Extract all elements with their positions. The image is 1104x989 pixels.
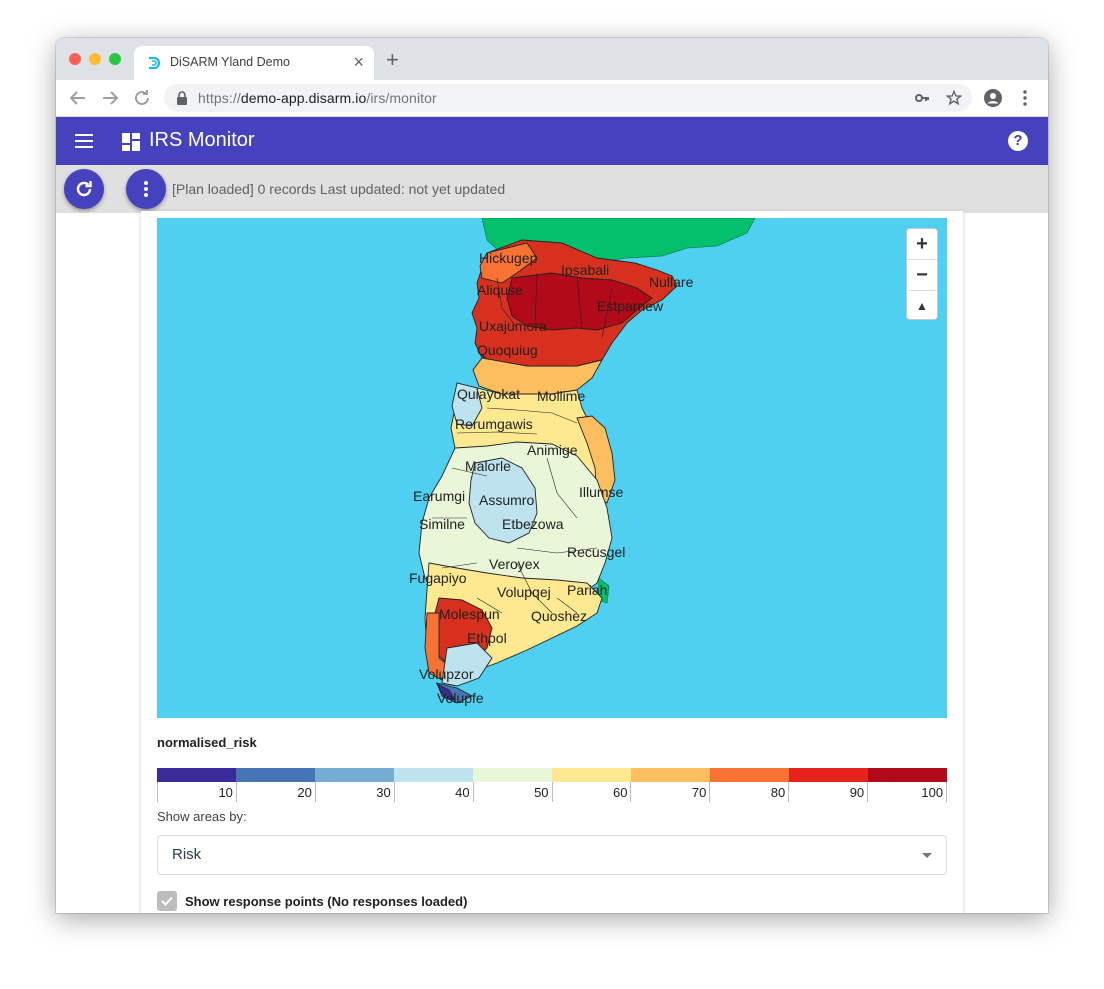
map-area-label: Quiayokat xyxy=(457,386,521,402)
legend-ticks: 10 20 30 40 50 60 70 80 90 100 xyxy=(157,782,948,802)
dashboard-icon xyxy=(122,133,140,151)
legend-color-bar xyxy=(157,768,947,782)
legend-tick-label: 100 xyxy=(868,782,948,802)
map-area-label: Molespun xyxy=(439,606,500,622)
map-area-label: Illumse xyxy=(579,484,624,500)
menu-dots-icon[interactable] xyxy=(1022,90,1028,106)
legend-tick-label: 20 xyxy=(237,782,316,802)
map-area-label: Malorle xyxy=(465,458,511,474)
url-domain: demo-app.disarm.io xyxy=(240,90,367,106)
legend-tick-label: 70 xyxy=(631,782,711,802)
legend-tick-label: 80 xyxy=(710,782,790,802)
close-window-button[interactable] xyxy=(69,53,81,65)
map-area-label: Quoquiug xyxy=(477,342,538,358)
map-area-label: Rerumgawis xyxy=(455,416,533,432)
forward-icon[interactable] xyxy=(98,86,122,110)
legend-swatch xyxy=(552,768,631,782)
map-area-label: Fugapiyo xyxy=(409,570,467,586)
map-area-label: Recusgel xyxy=(567,544,626,560)
status-text: [Plan loaded] 0 records Last updated: no… xyxy=(172,181,506,197)
map-area-label: Hickugep xyxy=(479,250,538,266)
tab-title: DiSARM Yland Demo xyxy=(170,55,290,69)
show-areas-label: Show areas by: xyxy=(157,809,247,824)
checkmark-icon xyxy=(161,896,173,906)
map-area-label: Pariah xyxy=(567,582,608,598)
map-area-label: Volupfe xyxy=(437,690,484,706)
refresh-button[interactable] xyxy=(64,169,104,209)
show-response-points-checkbox[interactable] xyxy=(157,891,177,911)
browser-window: DiSARM Yland Demo × + https://demo-app.d… xyxy=(56,38,1048,913)
map-area-label: Volupqej xyxy=(497,584,551,600)
map-area-label: Earumgi xyxy=(413,488,466,504)
tab-close-icon[interactable]: × xyxy=(353,52,364,72)
chevron-down-icon xyxy=(922,853,932,858)
map-area-label: Nullare xyxy=(649,274,694,290)
map-area-label: Assumro xyxy=(479,492,535,508)
minimize-window-button[interactable] xyxy=(89,53,101,65)
map-area-label: Estparnew xyxy=(597,298,664,314)
risk-map[interactable]: + − ▲ Hickugep Ipsabali Nullare Aliquse Estp… xyxy=(157,218,947,718)
back-icon[interactable] xyxy=(66,86,90,110)
browser-toolbar: https://demo-app.disarm.io/irs/monitor xyxy=(56,80,1048,117)
map-area-label: Ethpol xyxy=(467,630,507,646)
lock-icon xyxy=(177,91,187,105)
legend-swatch xyxy=(473,768,552,782)
zoom-control: + − ▲ xyxy=(906,228,938,320)
reload-icon[interactable] xyxy=(130,86,154,110)
map-area-label: Animige xyxy=(527,442,578,458)
show-response-points-label: Show response points (No responses loade… xyxy=(185,894,468,909)
zoom-out-button[interactable]: − xyxy=(907,260,937,291)
map-area-label: Volupzor xyxy=(419,666,474,682)
legend-tick-label: 50 xyxy=(474,782,553,802)
key-icon[interactable] xyxy=(914,90,930,106)
legend-swatch xyxy=(157,768,236,782)
refresh-icon xyxy=(76,181,92,197)
status-bar: [Plan loaded] 0 records Last updated: no… xyxy=(56,165,1048,213)
map-area-label: Veroyex xyxy=(489,556,540,572)
url-text: https://demo-app.disarm.io/irs/monitor xyxy=(198,90,437,106)
legend-tick-label: 60 xyxy=(553,782,632,802)
tab-strip: DiSARM Yland Demo × + xyxy=(56,38,1048,80)
new-tab-button[interactable]: + xyxy=(386,49,399,71)
legend-swatch xyxy=(868,768,947,782)
map-area-label: Mollime xyxy=(537,388,586,404)
show-areas-selected-value: Risk xyxy=(172,846,202,863)
legend-tick-label: 30 xyxy=(316,782,395,802)
legend-swatch xyxy=(631,768,710,782)
app-bar: IRS Monitor ? xyxy=(56,117,1048,165)
map-area-label: Aliquse xyxy=(477,282,523,298)
profile-icon[interactable] xyxy=(984,89,1002,107)
legend-swatch xyxy=(789,768,868,782)
star-icon[interactable] xyxy=(946,90,962,106)
legend-tick-label: 10 xyxy=(157,782,237,802)
disarm-favicon-icon xyxy=(149,56,161,70)
map-area-label: Etbezowa xyxy=(502,516,564,532)
maximize-window-button[interactable] xyxy=(109,53,121,65)
url-path: /irs/monitor xyxy=(366,90,437,106)
hamburger-menu-icon[interactable] xyxy=(75,134,93,148)
url-prefix: https:// xyxy=(198,90,241,106)
address-bar[interactable]: https://demo-app.disarm.io/irs/monitor xyxy=(164,84,972,112)
map-svg xyxy=(418,218,756,704)
map-area-label: Ipsabali xyxy=(561,262,610,278)
help-icon[interactable]: ? xyxy=(1008,131,1028,151)
show-areas-select[interactable]: Risk xyxy=(157,835,947,875)
legend-swatch xyxy=(710,768,789,782)
reset-north-button[interactable]: ▲ xyxy=(907,291,937,321)
map-area-label: Uxajumora xyxy=(479,318,547,334)
legend-tick-label: 90 xyxy=(789,782,869,802)
map-area-label: Similne xyxy=(419,516,465,532)
browser-tab[interactable]: DiSARM Yland Demo × xyxy=(134,46,374,80)
app-title: IRS Monitor xyxy=(149,129,255,151)
legend-title: normalised_risk xyxy=(157,735,257,750)
legend-tick-label: 40 xyxy=(395,782,474,802)
zoom-in-button[interactable]: + xyxy=(907,229,937,260)
more-options-button[interactable] xyxy=(126,169,166,209)
legend-swatch xyxy=(394,768,473,782)
legend-swatch xyxy=(315,768,394,782)
map-area-label: Quoshez xyxy=(531,608,588,624)
more-vert-icon xyxy=(144,181,148,197)
legend-swatch xyxy=(236,768,315,782)
main-content: + − ▲ Hickugep Ipsabali Nullare Aliquse Estp… xyxy=(56,211,1048,913)
